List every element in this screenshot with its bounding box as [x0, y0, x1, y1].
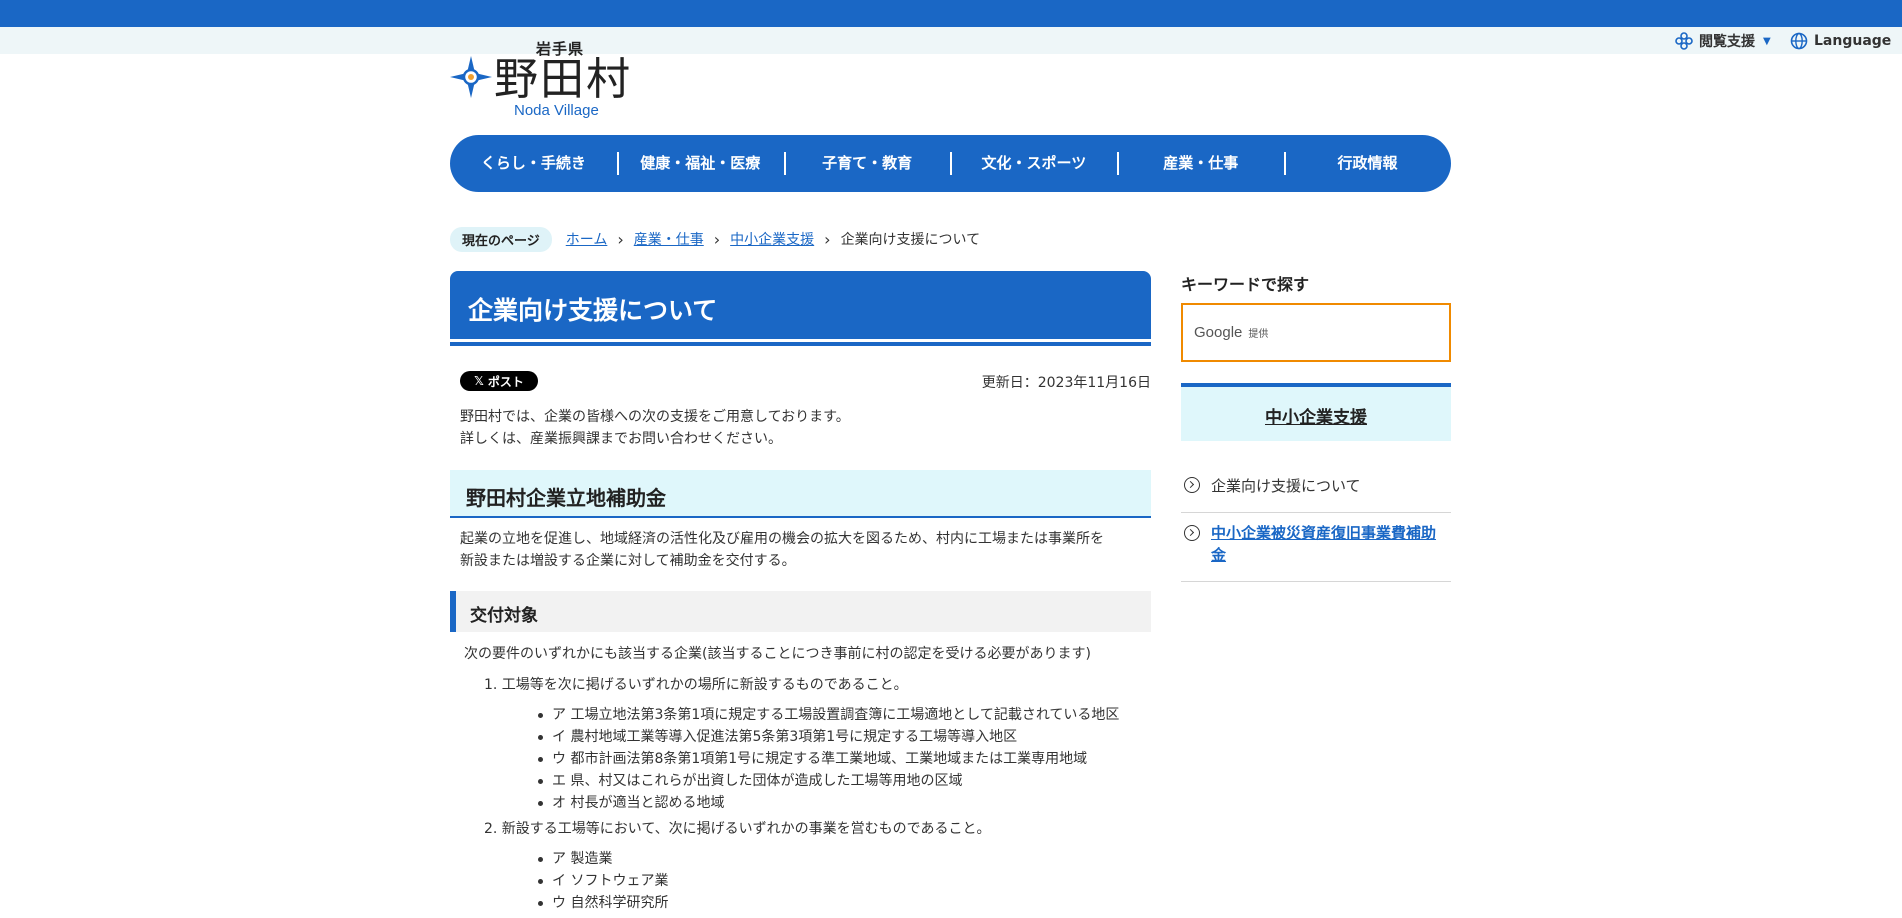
accessibility-menu-button[interactable]: 閲覧支援 ▼	[1675, 31, 1771, 51]
list-item: ウ 都市計画法第8条第1項第1号に規定する準工業地域、工業地域または工業専用地域	[484, 748, 1119, 770]
caret-down-icon: ▼	[1763, 35, 1771, 47]
breadcrumb-link-sme-support[interactable]: 中小企業支援	[730, 229, 814, 249]
list-item: ア 製造業	[484, 848, 1119, 870]
requirements-list: 1. 工場等を次に掲げるいずれかの場所に新設するものであること。 ア 工場立地法…	[484, 674, 1119, 918]
location-list: ア 工場立地法第3条第1項に規定する工場設置調査簿に工場適地として記載されている…	[484, 704, 1119, 814]
provided-label: 提供	[1248, 329, 1269, 340]
language-button[interactable]: Language	[1790, 31, 1891, 51]
subsection-heading-box: 交付対象	[450, 591, 1151, 632]
section-text-line: 起業の立地を促進し、地域経済の活性化及び雇用の機会の拡大を図るため、村内に工場ま…	[460, 531, 1104, 547]
sidebar-link-disaster-subsidy[interactable]: 中小企業被災資産復旧事業費補助金	[1181, 517, 1451, 582]
intro-text: 野田村では、企業の皆様への次の支援をご用意しております。 詳しくは、産業振興課ま…	[460, 406, 850, 450]
site-logo[interactable]: 岩手県 野田村 Noda Village	[450, 38, 640, 120]
nav-item-health[interactable]: 健康・福祉・医療	[616, 135, 784, 192]
page-title: 企業向け支援について	[468, 296, 718, 325]
nav-item-culture[interactable]: 文化・スポーツ	[950, 135, 1117, 192]
list-item: ア 工場立地法第3条第1項に規定する工場設置調査簿に工場適地として記載されている…	[484, 704, 1119, 726]
requirement-item: 1. 工場等を次に掲げるいずれかの場所に新設するものであること。	[484, 677, 908, 693]
keyword-search-title: キーワードで探す	[1181, 275, 1310, 294]
sidebar-link-business-support[interactable]: 企業向け支援について	[1181, 463, 1451, 513]
list-item: イ ソフトウェア業	[484, 870, 1119, 892]
section-text-line: 新設または増設する企業に対して補助金を交付する。	[460, 553, 796, 569]
requirement-item: 2. 新設する工場等において、次に掲げるいずれかの事業を営むものであること。	[484, 821, 991, 837]
sidebar-category-title: 中小企業支援	[1265, 408, 1367, 428]
intro-line: 詳しくは、産業振興課までお問い合わせください。	[460, 431, 782, 447]
google-label: Google	[1194, 324, 1243, 341]
sidebar-link-label: 企業向け支援について	[1211, 477, 1361, 495]
nav-item-living[interactable]: くらし・手続き	[450, 135, 617, 192]
logo-english-name: Noda Village	[514, 102, 599, 119]
section-text: 起業の立地を促進し、地域経済の活性化及び雇用の機会の拡大を図るため、村内に工場ま…	[460, 528, 1150, 572]
list-item: エ 県、村又はこれらが出資した団体が造成した工場等用地の区域	[484, 770, 1119, 792]
list-item: ウ 自然科学研究所	[484, 892, 1119, 914]
accessibility-icon	[1675, 32, 1693, 50]
x-post-label: ポスト	[487, 374, 524, 389]
nav-item-administration[interactable]: 行政情報	[1284, 135, 1451, 192]
main-content: 企業向け支援について 𝕏 ポスト 更新日：2023年11月16日 野田村では、企…	[450, 271, 1151, 911]
accessibility-label: 閲覧支援	[1699, 34, 1755, 50]
breadcrumb: 現在のページ ホーム › 産業・仕事 › 中小企業支援 › 企業向け支援について	[450, 226, 981, 252]
x-post-button[interactable]: 𝕏 ポスト	[460, 371, 538, 391]
circle-chevron-right-icon	[1184, 525, 1200, 541]
updated-date: 更新日：2023年11月16日	[981, 375, 1151, 391]
google-search-input[interactable]: Google 提供	[1181, 303, 1451, 362]
chevron-right-icon: ›	[824, 229, 831, 249]
language-label: Language	[1814, 33, 1892, 49]
page-title-box: 企業向け支援について	[450, 271, 1151, 339]
sidebar-link-label: 中小企業被災資産復旧事業費補助金	[1211, 524, 1437, 564]
chevron-right-icon: ›	[713, 229, 721, 249]
x-logo-icon: 𝕏	[474, 374, 484, 388]
globe-icon	[1790, 32, 1808, 50]
section-heading: 野田村企業立地補助金	[466, 486, 666, 510]
breadcrumb-label: 現在のページ	[450, 226, 552, 252]
subsection-text: 次の要件のいずれかにも該当する企業(該当することにつき事前に村の認定を受ける必要…	[464, 646, 1091, 662]
section-heading-box: 野田村企業立地補助金	[450, 470, 1151, 518]
list-item: イ 農村地域工業等導入促進法第5条第3項第1号に規定する工場等導入地区	[484, 726, 1119, 748]
utility-bar	[0, 27, 1902, 54]
business-list: ア 製造業 イ ソフトウェア業 ウ 自然科学研究所	[484, 848, 1119, 914]
list-item: オ 村長が適当と認める地域	[484, 792, 1119, 814]
chevron-right-icon: ›	[617, 229, 624, 249]
intro-line: 野田村では、企業の皆様への次の支援をご用意しております。	[460, 409, 850, 425]
subsection-heading: 交付対象	[470, 606, 538, 626]
title-underline	[450, 342, 1151, 346]
breadcrumb-link-industry[interactable]: 産業・仕事	[634, 229, 704, 249]
breadcrumb-link-home[interactable]: ホーム	[566, 229, 608, 249]
nav-item-childcare[interactable]: 子育て・教育	[783, 135, 951, 192]
village-emblem-icon	[450, 56, 492, 98]
nav-item-industry[interactable]: 産業・仕事	[1117, 135, 1284, 192]
global-nav: くらし・手続き 健康・福祉・医療 子育て・教育 文化・スポーツ 産業・仕事 行政…	[450, 135, 1451, 192]
breadcrumb-current: 企業向け支援について	[840, 232, 981, 248]
top-color-bar	[0, 0, 1902, 27]
logo-village-name: 野田村	[494, 54, 632, 105]
sidebar-category-heading[interactable]: 中小企業支援	[1181, 383, 1451, 441]
circle-chevron-right-icon	[1184, 477, 1200, 493]
